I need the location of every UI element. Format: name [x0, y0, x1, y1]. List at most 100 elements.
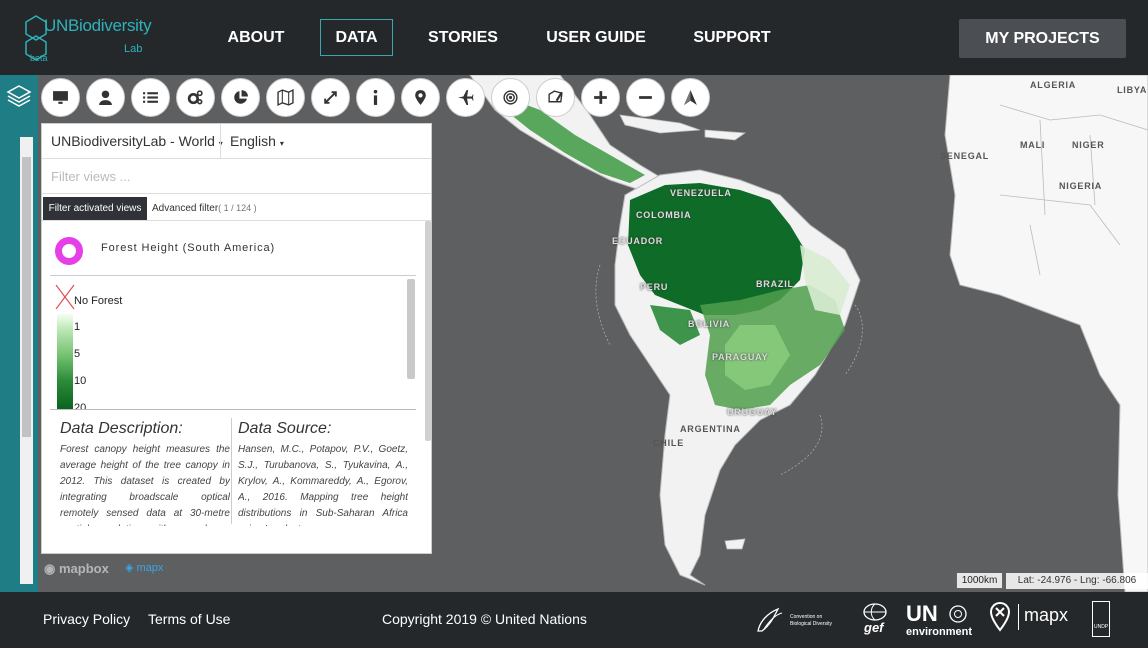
legend-value: 1 — [74, 321, 81, 333]
label-bolivia: BOLIVIA — [688, 319, 731, 329]
cbd-logo[interactable]: Convention on Biological Diversity — [790, 614, 832, 628]
map-coordinates: Lat: -24.976 - Lng: -66.806 — [1006, 573, 1148, 589]
target-icon[interactable] — [491, 78, 530, 117]
mapx-separator — [1018, 604, 1019, 630]
un-environment-text: environment — [906, 626, 973, 638]
desktop-icon[interactable] — [41, 78, 80, 117]
label-libya: LIBYA — [1117, 85, 1148, 95]
tabs-divider — [42, 220, 431, 221]
view-title[interactable]: Forest Height (South America) — [101, 242, 275, 254]
filter-views-input[interactable] — [42, 159, 431, 194]
language-select[interactable]: English ▾ — [230, 133, 284, 149]
label-ecuador: ECUADOR — [612, 236, 664, 246]
sidebar-scroll-thumb[interactable] — [22, 157, 31, 437]
copyright-text: Copyright 2019 © United Nations — [382, 611, 587, 627]
mapx-logo[interactable]: ◈ mapx — [125, 561, 163, 574]
layers-sidebar — [0, 75, 38, 592]
data-description: Data Description: Forest canopy height m… — [60, 420, 230, 526]
view-divider — [50, 275, 416, 276]
draw-icon[interactable] — [536, 78, 575, 117]
logo-beta: beta — [30, 53, 48, 63]
tab-advanced-filter[interactable]: Advanced filter( 1 / 124 ) — [152, 197, 257, 220]
mapbox-logo[interactable]: ◉ mapbox — [44, 561, 109, 577]
nav-data[interactable]: DATA — [320, 19, 393, 56]
views-panel: UNBiodiversityLab - World ▾ English ▾ Fi… — [41, 123, 432, 554]
label-chile: CHILE — [653, 438, 684, 448]
label-venezuela: VENEZUELA — [670, 188, 732, 198]
cbd-line1: Convention on — [790, 614, 823, 620]
user-icon[interactable] — [86, 78, 125, 117]
terms-of-use-link[interactable]: Terms of Use — [148, 611, 230, 627]
legend-no-forest: No Forest — [74, 295, 123, 307]
legend-value: 20 — [74, 402, 87, 409]
airplane-icon[interactable] — [446, 78, 485, 117]
legend: No Forest 1 5 10 20 — [54, 279, 416, 409]
data-source: Data Source: Hansen, M.C., Potapov, P.V.… — [238, 420, 408, 526]
mapx-pin-icon[interactable] — [989, 602, 1011, 632]
undp-logo[interactable]: UNDP — [1092, 601, 1110, 637]
mapbox-icon: ◉ — [44, 561, 56, 576]
legend-scrollbar[interactable] — [407, 279, 415, 379]
label-brazil: BRAZIL — [756, 279, 794, 289]
nav-user-guide[interactable]: USER GUIDE — [540, 19, 652, 56]
cbd-leaf-icon[interactable] — [754, 603, 786, 635]
mapx-footer-logo[interactable]: mapx — [1024, 605, 1068, 626]
legend-value: 10 — [74, 375, 87, 387]
view-item[interactable]: Forest Height (South America) — [50, 225, 424, 277]
tab-filter-activated[interactable]: Filter activated views — [43, 197, 147, 220]
location-pin-icon[interactable] — [401, 78, 440, 117]
label-paraguay: PARAGUAY — [712, 352, 769, 362]
layers-icon[interactable] — [6, 83, 32, 109]
pie-chart-icon[interactable] — [221, 78, 260, 117]
my-projects-button[interactable]: MY PROJECTS — [959, 19, 1126, 58]
map-scale: 1000km — [956, 573, 1003, 589]
label-argentina: ARGENTINA — [680, 424, 741, 434]
mapbox-label: mapbox — [58, 561, 109, 576]
footer: Privacy Policy Terms of Use Copyright 20… — [0, 592, 1148, 648]
label-nigeria: NIGERIA — [1059, 181, 1103, 191]
source-text: Hansen, M.C., Potapov, P.V., Goetz, S.J.… — [238, 444, 408, 526]
list-icon[interactable] — [131, 78, 170, 117]
nav-support[interactable]: SUPPORT — [688, 19, 776, 56]
fullscreen-icon[interactable] — [311, 78, 350, 117]
sidebar-scrollbar[interactable] — [20, 137, 33, 584]
nav-about[interactable]: ABOUT — [220, 19, 292, 56]
filter-count: ( 1 / 124 ) — [218, 203, 257, 213]
panel-scrollbar[interactable] — [425, 221, 431, 441]
description-heading: Data Description: — [60, 420, 183, 437]
label-colombia: COLOMBIA — [636, 210, 692, 220]
legend-color-ramp — [57, 314, 73, 409]
label-senegal: SENEGAL — [940, 151, 990, 161]
column-separator — [231, 418, 232, 524]
label-niger: NIGER — [1072, 140, 1105, 150]
legend-value: 5 — [74, 348, 81, 360]
label-algeria: ALGERIA — [1030, 80, 1077, 90]
no-forest-cross-icon — [55, 284, 75, 309]
description-text: Forest canopy height measures the averag… — [60, 444, 230, 526]
view-toggle-ring[interactable] — [55, 237, 83, 265]
nav-stories[interactable]: STORIES — [422, 19, 504, 56]
legend-divider — [50, 409, 416, 410]
zoom-in-icon[interactable] — [581, 78, 620, 117]
compass-icon[interactable] — [671, 78, 710, 117]
mapx-label: mapx — [136, 562, 164, 574]
settings-icon[interactable] — [176, 78, 215, 117]
un-emblem-icon — [949, 605, 967, 623]
project-select-label: UNBiodiversityLab - World — [51, 133, 215, 149]
panel-header: UNBiodiversityLab - World ▾ English ▾ — [42, 124, 431, 159]
map-icon[interactable] — [266, 78, 305, 117]
label-peru: PERU — [640, 282, 669, 292]
label-mali: MALI — [1020, 140, 1046, 150]
mapx-pin-icon: ◈ — [125, 562, 134, 574]
logo-text[interactable]: UNBiodiversity — [44, 16, 152, 36]
privacy-policy-link[interactable]: Privacy Policy — [43, 611, 130, 627]
header-separator — [220, 124, 221, 159]
source-heading: Data Source: — [238, 420, 332, 437]
info-icon[interactable] — [356, 78, 395, 117]
project-select[interactable]: UNBiodiversityLab - World ▾ — [51, 133, 223, 149]
gef-logo[interactable]: gef — [864, 620, 884, 635]
un-environment-logo[interactable]: UN — [906, 601, 938, 627]
zoom-out-icon[interactable] — [626, 78, 665, 117]
undp-text: UNDP — [1094, 624, 1109, 630]
caret-down-icon: ▾ — [279, 139, 284, 148]
